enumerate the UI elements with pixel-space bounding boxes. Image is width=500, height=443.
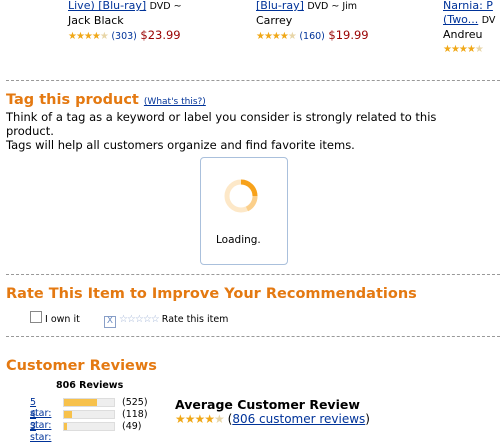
divider	[6, 274, 500, 275]
product-format-1: DVD ~	[149, 1, 182, 12]
average-review-row: ★★★★★ (806 customer reviews)	[175, 412, 370, 426]
histogram-bar-4[interactable]	[63, 410, 115, 419]
divider	[6, 336, 500, 337]
loading-spinner-icon	[224, 179, 258, 213]
histogram-count-5: (525)	[122, 397, 148, 408]
rating-stars-icon[interactable]: ★★★★★	[68, 31, 109, 42]
product-price-1: $23.99	[140, 28, 181, 42]
rating-stars-icon[interactable]: ★★★★★	[443, 44, 484, 55]
divider	[6, 80, 500, 81]
tag-description: Think of a tag as a keyword or label you…	[6, 110, 436, 152]
tag-desc-line-2: product.	[6, 124, 54, 138]
product-byline-3: Andreu	[443, 28, 483, 41]
product-format-3: DV	[481, 15, 496, 26]
product-title-1[interactable]: Live) [Blu-ray]	[68, 0, 146, 12]
tag-desc-line-1: Think of a tag as a keyword or label you…	[6, 110, 437, 124]
product-price-2: $19.99	[328, 28, 369, 42]
own-it-checkbox[interactable]	[30, 311, 42, 323]
histogram-bar-3[interactable]	[63, 422, 115, 431]
loading-text: Loading.	[216, 234, 261, 246]
product-title-3b[interactable]: (Two...	[443, 13, 478, 26]
paren-close: )	[365, 412, 370, 426]
product-card-3: Narnia: P (Two... DV Andreu ★★★★★	[443, 0, 500, 57]
tag-loading-panel: Loading.	[200, 157, 288, 265]
clear-rating-icon[interactable]: X	[103, 316, 116, 328]
histogram-count-4: (118)	[122, 409, 148, 420]
rate-stars-icon[interactable]: ☆☆☆☆☆	[119, 314, 160, 325]
product-byline-2: Carrey	[256, 14, 293, 27]
product-title-2[interactable]: [Blu-ray]	[256, 0, 304, 12]
reviews-section-title: Customer Reviews	[6, 358, 157, 374]
product-title-3[interactable]: Narnia: P	[443, 0, 493, 12]
average-review-title: Average Customer Review	[175, 397, 360, 412]
histogram-label-3[interactable]: 3 star:	[30, 421, 51, 443]
rating-stars-icon[interactable]: ★★★★★	[256, 31, 297, 42]
customer-reviews-link[interactable]: 806 customer reviews	[232, 412, 365, 426]
histogram-count-3: (49)	[122, 421, 142, 432]
tag-title-text: Tag this product	[6, 92, 139, 108]
histogram-bar-5[interactable]	[63, 398, 115, 407]
product-card-1: Live) [Blu-ray] DVD ~ Jack Black ★★★★★ (…	[68, 0, 248, 44]
own-it-label: I own it	[45, 314, 80, 325]
rate-label: Rate this item	[161, 314, 229, 325]
average-stars-icon[interactable]: ★★★★★	[175, 412, 225, 426]
product-byline-1: Jack Black	[68, 14, 124, 27]
rate-row: I own it X ☆☆☆☆☆ Rate this item	[30, 311, 228, 328]
reviews-total: 806 Reviews	[56, 380, 124, 391]
review-count-2[interactable]: (160)	[299, 31, 325, 42]
tag-desc-line-3: Tags will help all customers organize an…	[6, 138, 355, 152]
product-card-2: [Blu-ray] DVD ~ Jim Carrey ★★★★★ (160) $…	[256, 0, 436, 44]
tag-section-title: Tag this product (What's this?)	[6, 92, 206, 108]
product-format-2: DVD ~ Jim	[307, 1, 358, 12]
rate-section-title: Rate This Item to Improve Your Recommend…	[6, 286, 417, 302]
whats-this-link[interactable]: (What's this?)	[144, 97, 206, 107]
review-count-1[interactable]: (303)	[111, 31, 137, 42]
